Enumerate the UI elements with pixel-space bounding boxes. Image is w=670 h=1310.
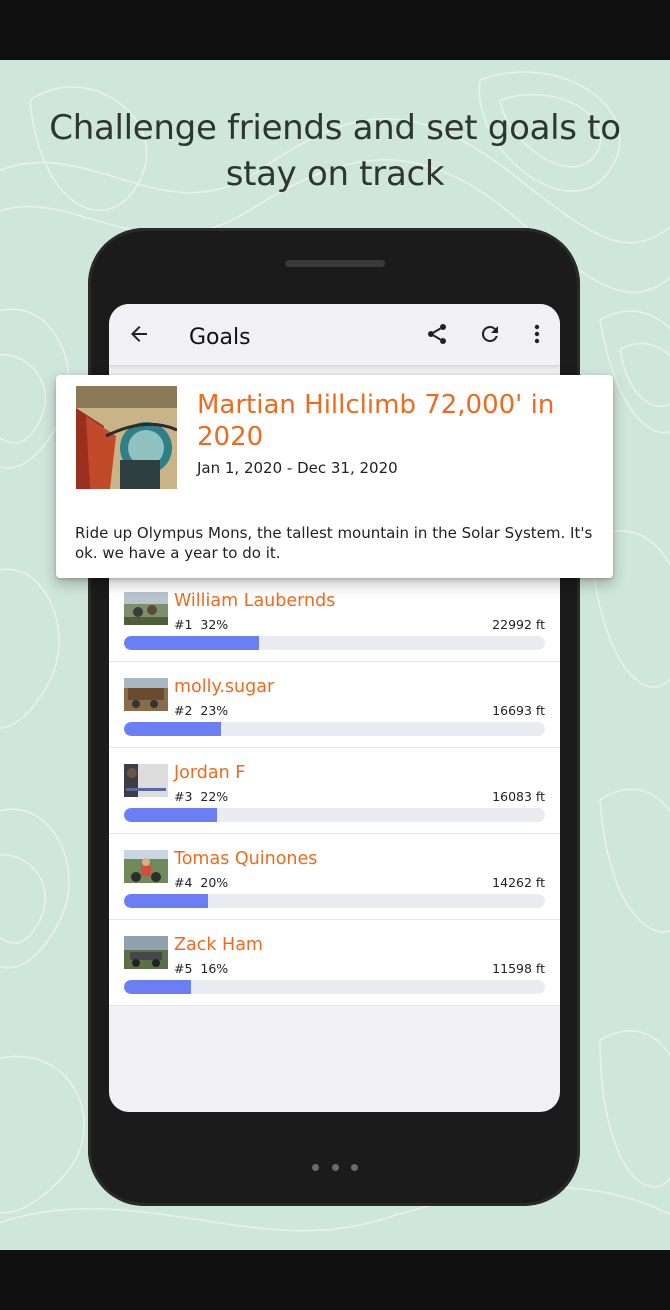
athlete-name[interactable]: Tomas Quinones [174, 849, 317, 869]
athlete-name[interactable]: molly.sugar [174, 677, 274, 697]
leaderboard-row[interactable]: molly.sugar #2 23% 16693 ft [109, 662, 560, 748]
rank: #2 [174, 703, 193, 718]
challenge-poster [76, 386, 177, 489]
distance: 16693 ft [492, 703, 545, 718]
percent: 22% [200, 789, 229, 804]
percent: 20% [200, 875, 229, 890]
promo-headline: Challenge friends and set goals to stay … [49, 108, 621, 194]
arrow-back-icon[interactable] [127, 322, 151, 346]
progress-fill [124, 636, 259, 650]
avatar [124, 850, 168, 883]
app-bar: Goals [109, 304, 560, 366]
leaderboard-row[interactable]: Jordan F #3 22% 16083 ft [109, 748, 560, 834]
leaderboard-row[interactable]: Tomas Quinones #4 20% 14262 ft [109, 834, 560, 920]
leaderboard-list: William Laubernds #1 32% 22992 ft molly.… [109, 576, 560, 1006]
distance: 22992 ft [492, 617, 545, 632]
more-vert-icon[interactable] [529, 322, 545, 346]
athlete-name[interactable]: William Laubernds [174, 591, 335, 611]
progress-track [124, 722, 545, 736]
challenge-title[interactable]: Martian Hillclimb 72,000' in 2020 [197, 389, 597, 453]
challenge-description: Ride up Olympus Mons, the tallest mounta… [75, 524, 593, 562]
distance: 16083 ft [492, 789, 545, 804]
progress-fill [124, 808, 217, 822]
progress-fill [124, 722, 221, 736]
refresh-icon[interactable] [478, 322, 502, 346]
progress-track [124, 980, 545, 994]
progress-track [124, 894, 545, 908]
status-bar [0, 0, 670, 60]
bottom-bar [0, 1250, 670, 1310]
rank: #1 [174, 617, 193, 632]
rank-percent: #3 22% [174, 789, 228, 804]
athlete-name[interactable]: Zack Ham [174, 935, 263, 955]
rank-percent: #2 23% [174, 703, 228, 718]
percent: 16% [200, 961, 229, 976]
distance: 11598 ft [492, 961, 545, 976]
rank: #3 [174, 789, 193, 804]
avatar [124, 936, 168, 969]
progress-fill [124, 980, 192, 994]
rank-percent: #1 32% [174, 617, 228, 632]
page-title: Goals [189, 325, 251, 350]
progress-track [124, 808, 545, 822]
leaderboard-row[interactable]: Zack Ham #5 16% 11598 ft [109, 920, 560, 1006]
avatar [124, 678, 168, 711]
leaderboard-row[interactable]: William Laubernds #1 32% 22992 ft [109, 576, 560, 662]
challenge-dates: Jan 1, 2020 - Dec 31, 2020 [197, 459, 398, 477]
avatar [124, 764, 168, 797]
rank-percent: #5 16% [174, 961, 228, 976]
distance: 14262 ft [492, 875, 545, 890]
avatar [124, 592, 168, 625]
athlete-name[interactable]: Jordan F [174, 763, 245, 783]
phone-nav-dots [312, 1164, 358, 1172]
challenge-card[interactable]: Martian Hillclimb 72,000' in 2020 Jan 1,… [56, 375, 613, 578]
rank: #4 [174, 875, 193, 890]
progress-track [124, 636, 545, 650]
rank-percent: #4 20% [174, 875, 228, 890]
percent: 23% [200, 703, 229, 718]
phone-speaker [285, 260, 385, 267]
percent: 32% [200, 617, 229, 632]
progress-fill [124, 894, 209, 908]
rank: #5 [174, 961, 193, 976]
share-icon[interactable] [425, 322, 449, 346]
